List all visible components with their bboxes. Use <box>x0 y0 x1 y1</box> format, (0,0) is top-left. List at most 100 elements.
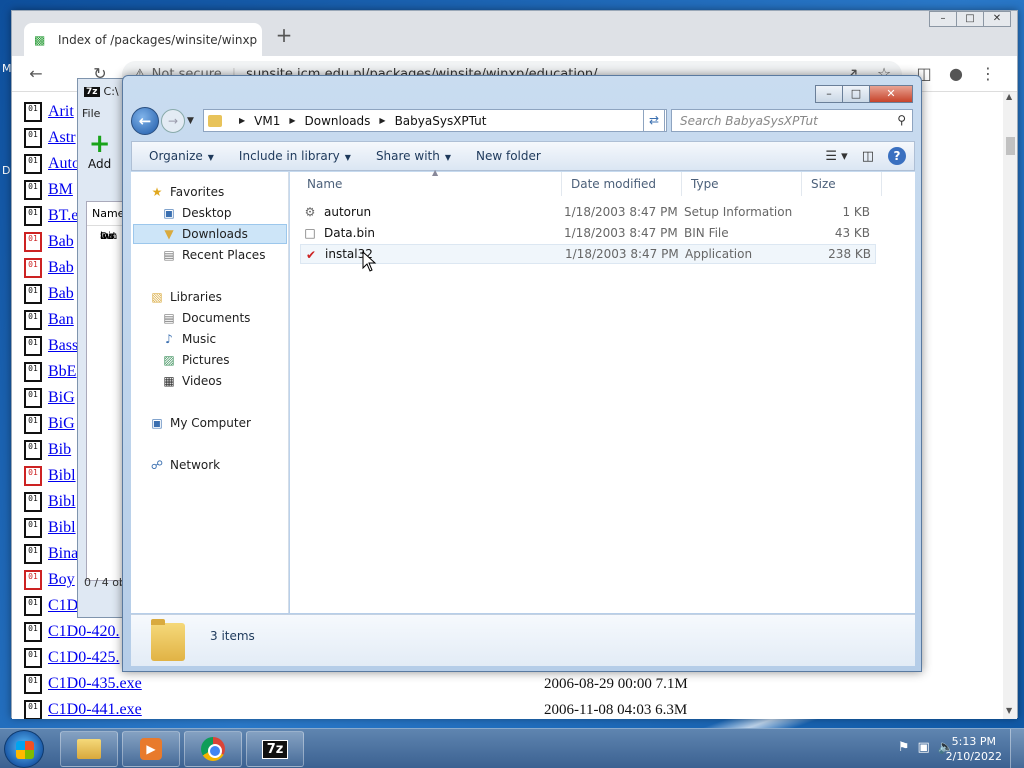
file-link[interactable]: Bib <box>48 441 71 459</box>
file-link[interactable]: Bass <box>48 337 78 355</box>
binary-file-icon: 01 <box>24 128 42 148</box>
file-link[interactable]: BiG <box>48 415 75 433</box>
breadcrumb[interactable]: ▶ VM1 ▶ Downloads ▶ BabyaSysXPTut ▼ <box>203 109 667 132</box>
scrollbar-thumb[interactable] <box>1006 137 1015 155</box>
file-link[interactable]: Bab <box>48 233 74 251</box>
file-link[interactable]: Ban <box>48 311 74 329</box>
nav-recent-places[interactable]: ▤ Recent Places <box>161 245 265 265</box>
help-icon[interactable]: ? <box>888 147 906 165</box>
search-input[interactable]: Search BabyaSysXPTut ⚲ <box>671 109 913 132</box>
file-link[interactable]: C1D <box>48 597 78 615</box>
settings-file-icon: ⚙ <box>304 205 316 219</box>
nav-downloads[interactable]: ▼ Downloads <box>133 224 287 244</box>
nav-pictures[interactable]: ▨ Pictures <box>161 350 229 370</box>
taskbar-media-player[interactable]: ▶ <box>122 731 180 767</box>
minimize-button[interactable]: – <box>815 85 843 103</box>
network-status-icon[interactable]: ▣ <box>918 740 930 755</box>
organize-label: Organize <box>149 149 203 163</box>
file-link[interactable]: C1D0-435.exe <box>48 675 142 693</box>
file-link[interactable]: Auto <box>48 155 80 173</box>
column-header-size[interactable]: Size <box>802 172 882 196</box>
clock[interactable]: 5:13 PM 2/10/2022 <box>946 734 1002 764</box>
refresh-button[interactable]: ⇄ <box>643 109 665 132</box>
page-scrollbar[interactable]: ▲ ▼ <box>1003 92 1017 719</box>
chevron-right-icon[interactable]: ▶ <box>379 116 385 125</box>
file-link[interactable]: Arit <box>48 103 74 121</box>
scroll-down-icon[interactable]: ▼ <box>1006 706 1012 715</box>
table-row[interactable]: ⚙ autorun 1/18/2003 8:47 PM Setup Inform… <box>300 202 876 222</box>
profile-avatar-icon[interactable]: ● <box>946 64 966 84</box>
recent-pages-dropdown-icon[interactable]: ▼ <box>187 116 197 126</box>
chrome-tab[interactable]: ▩ Index of /packages/winsite/winxp <box>24 23 262 56</box>
sevenzip-status: 0 / 4 ob <box>84 576 126 589</box>
maximize-button[interactable]: □ <box>842 85 870 103</box>
taskbar-chrome[interactable] <box>184 731 242 767</box>
file-link[interactable]: Bibl <box>48 493 76 511</box>
view-options-icon[interactable]: ☰ ▾ <box>825 149 847 164</box>
list-item: 01 Arit <box>24 101 74 123</box>
file-link[interactable]: Bab <box>48 285 74 303</box>
new-tab-button[interactable]: + <box>274 25 294 45</box>
nav-documents[interactable]: ▤ Documents <box>161 308 250 328</box>
column-header-date[interactable]: Date modified <box>562 172 682 196</box>
nav-desktop[interactable]: ▣ Desktop <box>161 203 231 223</box>
file-link[interactable]: Bibl <box>48 467 76 485</box>
file-link[interactable]: C1D0-420. <box>48 623 120 641</box>
nav-favorites[interactable]: ★ Favorites <box>149 182 225 202</box>
file-date: 1/18/2003 8:47 PM <box>564 226 678 240</box>
taskbar-explorer[interactable] <box>60 731 118 767</box>
chevron-right-icon[interactable]: ▶ <box>289 116 295 125</box>
breadcrumb-item[interactable]: Downloads <box>305 114 371 128</box>
table-row[interactable]: □ Data.bin 1/18/2003 8:47 PM BIN File 43… <box>300 223 876 243</box>
include-in-library-button[interactable]: Include in library ▼ <box>239 149 351 163</box>
file-link[interactable]: Boy <box>48 571 75 589</box>
action-center-flag-icon[interactable]: ⚑ <box>898 740 910 755</box>
back-button[interactable]: ← <box>131 107 159 135</box>
breadcrumb-item[interactable]: VM1 <box>254 114 280 128</box>
close-button[interactable]: ✕ <box>983 11 1011 27</box>
column-label: Type <box>691 177 719 191</box>
nav-videos[interactable]: ▦ Videos <box>161 371 222 391</box>
close-button[interactable]: ✕ <box>869 85 913 103</box>
nav-libraries[interactable]: ▧ Libraries <box>149 287 222 307</box>
file-link[interactable]: BiG <box>48 389 75 407</box>
archive-file-icon: 01 <box>24 466 42 486</box>
file-link[interactable]: BM <box>48 181 73 199</box>
organize-button[interactable]: Organize ▼ <box>149 149 214 163</box>
file-link[interactable]: Bina <box>48 545 78 563</box>
breadcrumb-item[interactable]: BabyaSysXPTut <box>395 114 487 128</box>
nav-music[interactable]: ♪ Music <box>161 329 216 349</box>
list-item: 01 Bab <box>24 257 74 279</box>
taskbar-7zip[interactable]: 7z <box>246 731 304 767</box>
binary-file-icon: 01 <box>24 544 42 564</box>
maximize-button[interactable]: □ <box>956 11 984 27</box>
share-with-button[interactable]: Share with ▼ <box>376 149 451 163</box>
file-link[interactable]: Bab <box>48 259 74 277</box>
file-link[interactable]: BT.e <box>48 207 78 225</box>
menu-kebab-icon[interactable]: ⋮ <box>978 64 998 84</box>
binary-file-icon: 01 <box>24 310 42 330</box>
nav-network[interactable]: ☍ Network <box>149 455 220 475</box>
sevenzip-add-button[interactable]: + Add <box>88 131 111 171</box>
file-link[interactable]: C1D0-441.exe <box>48 701 142 719</box>
videos-icon: ▦ <box>163 374 175 388</box>
table-row[interactable]: ✔ instal32 1/18/2003 8:47 PM Application… <box>300 244 876 264</box>
nav-my-computer[interactable]: ▣ My Computer <box>149 413 251 433</box>
back-arrow-icon[interactable]: ← <box>26 64 46 84</box>
file-link[interactable]: Bibl <box>48 519 76 537</box>
file-link[interactable]: C1D0-425. <box>48 649 120 667</box>
file-link[interactable]: BbE <box>48 363 76 381</box>
scroll-up-icon[interactable]: ▲ <box>1006 92 1012 101</box>
new-folder-button[interactable]: New folder <box>476 149 541 163</box>
minimize-button[interactable]: – <box>929 11 957 27</box>
start-button[interactable] <box>4 730 44 768</box>
forward-button[interactable]: → <box>161 109 185 133</box>
show-desktop-button[interactable] <box>1010 729 1024 768</box>
sevenzip-menu-file[interactable]: File <box>82 107 100 120</box>
search-icon[interactable]: ⚲ <box>897 113 906 127</box>
column-header-name[interactable]: Name ▲ <box>298 168 562 196</box>
file-link[interactable]: Astr <box>48 129 76 147</box>
preview-pane-icon[interactable]: ◫ <box>862 149 874 164</box>
chevron-right-icon[interactable]: ▶ <box>239 116 245 125</box>
column-header-type[interactable]: Type <box>682 172 802 196</box>
